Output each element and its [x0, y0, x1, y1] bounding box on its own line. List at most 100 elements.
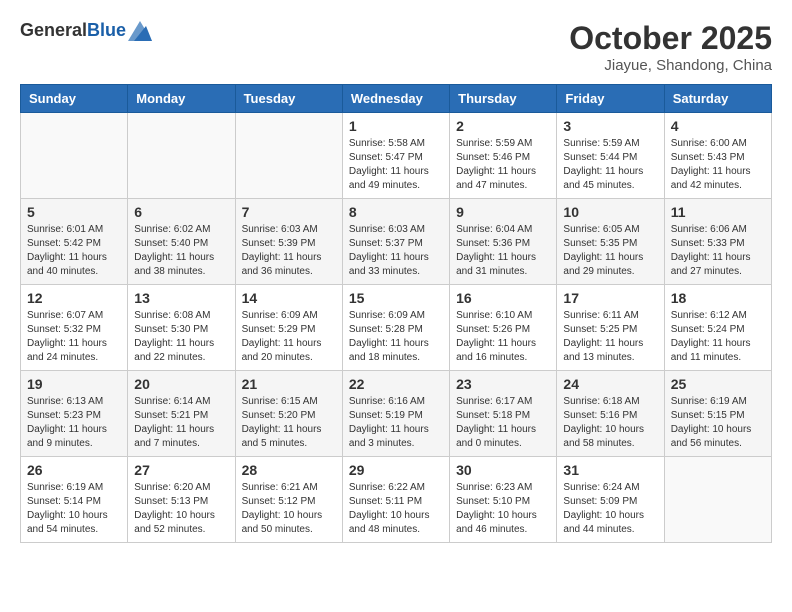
calendar-day-empty — [235, 113, 342, 199]
day-number: 18 — [671, 290, 765, 306]
page-header: GeneralBlue October 2025 Jiayue, Shandon… — [20, 20, 772, 74]
day-info: Sunrise: 5:59 AMSunset: 5:44 PMDaylight:… — [563, 137, 657, 193]
week-row: 5Sunrise: 6:01 AMSunset: 5:42 PMDaylight… — [21, 199, 772, 285]
calendar-day: 26 Sunrise: 6:19 AMSunset: 5:14 PMDayligh… — [21, 457, 128, 543]
day-number: 3 — [563, 118, 657, 134]
calendar-day: 17 Sunrise: 6:11 AMSunset: 5:25 PMDayligh… — [557, 285, 664, 371]
calendar-day: 18 Sunrise: 6:12 AMSunset: 5:24 PMDayligh… — [664, 285, 771, 371]
day-info: Sunrise: 6:18 AMSunset: 5:16 PMDaylight:… — [563, 395, 657, 451]
calendar-day: 25 Sunrise: 6:19 AMSunset: 5:15 PMDayligh… — [664, 371, 771, 457]
day-number: 8 — [349, 204, 443, 220]
calendar-day: 20 Sunrise: 6:14 AMSunset: 5:21 PMDayligh… — [128, 371, 235, 457]
day-info: Sunrise: 6:03 AMSunset: 5:39 PMDaylight:… — [242, 223, 336, 279]
day-number: 24 — [563, 376, 657, 392]
day-number: 6 — [134, 204, 228, 220]
week-row: 12 Sunrise: 6:07 AMSunset: 5:32 PMDayligh… — [21, 285, 772, 371]
day-number: 12 — [27, 290, 121, 306]
day-number: 19 — [27, 376, 121, 392]
day-number: 26 — [27, 462, 121, 478]
calendar-day: 8Sunrise: 6:03 AMSunset: 5:37 PMDaylight… — [342, 199, 449, 285]
day-number: 17 — [563, 290, 657, 306]
day-info: Sunrise: 6:08 AMSunset: 5:30 PMDaylight:… — [134, 309, 228, 365]
calendar-day: 21 Sunrise: 6:15 AMSunset: 5:20 PMDayligh… — [235, 371, 342, 457]
calendar-day-empty — [664, 457, 771, 543]
day-info: Sunrise: 6:10 AMSunset: 5:26 PMDaylight:… — [456, 309, 550, 365]
calendar-day: 5Sunrise: 6:01 AMSunset: 5:42 PMDaylight… — [21, 199, 128, 285]
calendar-day: 13 Sunrise: 6:08 AMSunset: 5:30 PMDayligh… — [128, 285, 235, 371]
week-row: 26 Sunrise: 6:19 AMSunset: 5:14 PMDayligh… — [21, 457, 772, 543]
day-info: Sunrise: 6:15 AMSunset: 5:20 PMDaylight:… — [242, 395, 336, 451]
day-info: Sunrise: 6:09 AMSunset: 5:28 PMDaylight:… — [349, 309, 443, 365]
calendar-day: 3 Sunrise: 5:59 AMSunset: 5:44 PMDaylight… — [557, 113, 664, 199]
day-number: 15 — [349, 290, 443, 306]
day-info: Sunrise: 6:16 AMSunset: 5:19 PMDaylight:… — [349, 395, 443, 451]
calendar-day: 23 Sunrise: 6:17 AMSunset: 5:18 PMDayligh… — [450, 371, 557, 457]
calendar-day-empty — [128, 113, 235, 199]
day-number: 20 — [134, 376, 228, 392]
calendar-day: 19Sunrise: 6:13 AMSunset: 5:23 PMDayligh… — [21, 371, 128, 457]
month-title: October 2025 — [569, 20, 772, 57]
day-number: 9 — [456, 204, 550, 220]
day-info: Sunrise: 6:07 AMSunset: 5:32 PMDaylight:… — [27, 309, 121, 365]
day-info: Sunrise: 6:21 AMSunset: 5:12 PMDaylight:… — [242, 481, 336, 537]
calendar-day: 1 Sunrise: 5:58 AMSunset: 5:47 PMDaylight… — [342, 113, 449, 199]
day-info: Sunrise: 6:22 AMSunset: 5:11 PMDaylight:… — [349, 481, 443, 537]
day-info: Sunrise: 6:19 AMSunset: 5:15 PMDaylight:… — [671, 395, 765, 451]
calendar-day: 9 Sunrise: 6:04 AMSunset: 5:36 PMDaylight… — [450, 199, 557, 285]
location: Jiayue, Shandong, China — [569, 57, 772, 74]
calendar-day: 10 Sunrise: 6:05 AMSunset: 5:35 PMDayligh… — [557, 199, 664, 285]
day-info: Sunrise: 6:09 AMSunset: 5:29 PMDaylight:… — [242, 309, 336, 365]
day-number: 30 — [456, 462, 550, 478]
day-number: 21 — [242, 376, 336, 392]
day-number: 23 — [456, 376, 550, 392]
calendar-day: 28 Sunrise: 6:21 AMSunset: 5:12 PMDayligh… — [235, 457, 342, 543]
day-info: Sunrise: 6:20 AMSunset: 5:13 PMDaylight:… — [134, 481, 228, 537]
day-info: Sunrise: 6:11 AMSunset: 5:25 PMDaylight:… — [563, 309, 657, 365]
logo-general: General — [20, 20, 87, 40]
day-number: 28 — [242, 462, 336, 478]
day-number: 29 — [349, 462, 443, 478]
weekday-header: Saturday — [664, 85, 771, 113]
week-row: 19Sunrise: 6:13 AMSunset: 5:23 PMDayligh… — [21, 371, 772, 457]
day-info: Sunrise: 6:06 AMSunset: 5:33 PMDaylight:… — [671, 223, 765, 279]
weekday-header: Friday — [557, 85, 664, 113]
day-info: Sunrise: 6:12 AMSunset: 5:24 PMDaylight:… — [671, 309, 765, 365]
calendar-day: 31 Sunrise: 6:24 AMSunset: 5:09 PMDayligh… — [557, 457, 664, 543]
calendar-day: 30 Sunrise: 6:23 AMSunset: 5:10 PMDayligh… — [450, 457, 557, 543]
day-number: 13 — [134, 290, 228, 306]
calendar-day: 24 Sunrise: 6:18 AMSunset: 5:16 PMDayligh… — [557, 371, 664, 457]
calendar-day: 16 Sunrise: 6:10 AMSunset: 5:26 PMDayligh… — [450, 285, 557, 371]
day-info: Sunrise: 6:24 AMSunset: 5:09 PMDaylight:… — [563, 481, 657, 537]
calendar-day-empty — [21, 113, 128, 199]
weekday-header: Thursday — [450, 85, 557, 113]
calendar-day: 2 Sunrise: 5:59 AMSunset: 5:46 PMDaylight… — [450, 113, 557, 199]
calendar-day: 11Sunrise: 6:06 AMSunset: 5:33 PMDayligh… — [664, 199, 771, 285]
day-info: Sunrise: 6:00 AMSunset: 5:43 PMDaylight:… — [671, 137, 765, 193]
calendar-table: SundayMondayTuesdayWednesdayThursdayFrid… — [20, 84, 772, 543]
day-info: Sunrise: 6:19 AMSunset: 5:14 PMDaylight:… — [27, 481, 121, 537]
day-info: Sunrise: 6:14 AMSunset: 5:21 PMDaylight:… — [134, 395, 228, 451]
weekday-header: Sunday — [21, 85, 128, 113]
day-number: 31 — [563, 462, 657, 478]
day-number: 25 — [671, 376, 765, 392]
day-info: Sunrise: 6:23 AMSunset: 5:10 PMDaylight:… — [456, 481, 550, 537]
day-number: 2 — [456, 118, 550, 134]
weekday-header: Tuesday — [235, 85, 342, 113]
day-number: 16 — [456, 290, 550, 306]
calendar-day: 12 Sunrise: 6:07 AMSunset: 5:32 PMDayligh… — [21, 285, 128, 371]
day-info: Sunrise: 5:59 AMSunset: 5:46 PMDaylight:… — [456, 137, 550, 193]
weekday-header: Wednesday — [342, 85, 449, 113]
day-number: 5 — [27, 204, 121, 220]
day-info: Sunrise: 6:04 AMSunset: 5:36 PMDaylight:… — [456, 223, 550, 279]
day-number: 22 — [349, 376, 443, 392]
day-number: 10 — [563, 204, 657, 220]
day-info: Sunrise: 5:58 AMSunset: 5:47 PMDaylight:… — [349, 137, 443, 193]
day-number: 7 — [242, 204, 336, 220]
day-info: Sunrise: 6:17 AMSunset: 5:18 PMDaylight:… — [456, 395, 550, 451]
day-info: Sunrise: 6:05 AMSunset: 5:35 PMDaylight:… — [563, 223, 657, 279]
weekday-header-row: SundayMondayTuesdayWednesdayThursdayFrid… — [21, 85, 772, 113]
logo-blue: Blue — [87, 20, 126, 40]
week-row: 1 Sunrise: 5:58 AMSunset: 5:47 PMDaylight… — [21, 113, 772, 199]
logo-icon — [128, 21, 152, 41]
day-number: 1 — [349, 118, 443, 134]
